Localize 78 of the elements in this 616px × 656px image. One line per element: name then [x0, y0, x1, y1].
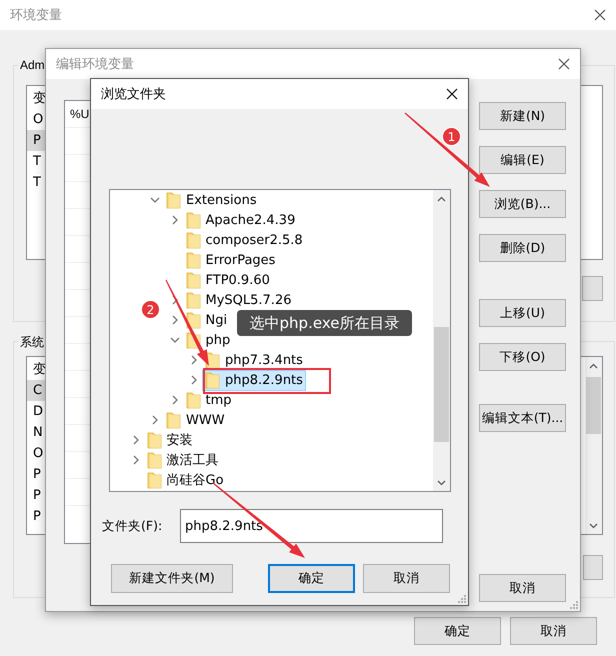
- scroll-up-icon[interactable]: [437, 196, 446, 202]
- folder-icon: [186, 272, 200, 288]
- folder-icon: [186, 292, 200, 308]
- dialog-button[interactable]: 新建(N): [479, 102, 566, 130]
- folder-item[interactable]: 激活工具: [144, 450, 220, 470]
- chevron-right-icon[interactable]: [130, 435, 140, 445]
- dialog-button[interactable]: 确定: [268, 564, 355, 593]
- variable-row[interactable]: P: [27, 485, 45, 506]
- folder-icon: [146, 472, 162, 488]
- chevron-right-icon[interactable]: [130, 455, 140, 465]
- close-icon[interactable]: [558, 58, 570, 70]
- close-icon[interactable]: [594, 9, 606, 21]
- window-title: 编辑环境变量: [56, 56, 134, 73]
- chevron-right-icon[interactable]: [170, 315, 180, 325]
- folder-item[interactable]: 安装: [144, 430, 194, 450]
- dialog-button[interactable]: 上移(U): [479, 299, 566, 327]
- dialog-button[interactable]: 确定: [414, 617, 501, 645]
- dialog-button[interactable]: 下移(O): [479, 343, 566, 371]
- folder-icon: [186, 232, 200, 248]
- dialog-button[interactable]: 取消: [510, 617, 597, 645]
- scroll-down-icon[interactable]: [437, 480, 446, 486]
- chevron-down-icon[interactable]: [170, 335, 180, 345]
- chevron-right-icon[interactable]: [189, 375, 199, 385]
- folder-icon: [146, 432, 162, 448]
- folder-icon: [166, 412, 181, 428]
- chevron-right-icon[interactable]: [170, 395, 180, 405]
- dialog-button[interactable]: 编辑(E): [479, 146, 566, 174]
- dialog-button[interactable]: 取消: [363, 564, 450, 593]
- variable-row[interactable]: O: [27, 109, 45, 130]
- variable-row[interactable]: O: [27, 443, 45, 464]
- chevron-down-icon[interactable]: [150, 195, 160, 205]
- folder-icon: [186, 252, 200, 268]
- chevron-right-icon[interactable]: [170, 215, 180, 225]
- folder-icon: [186, 392, 200, 408]
- scroll-down-icon[interactable]: [589, 522, 598, 528]
- variable-row[interactable]: P: [27, 130, 45, 151]
- folder-item[interactable]: WWW: [164, 410, 227, 430]
- chevron-right-icon[interactable]: [189, 355, 199, 365]
- window-title: 环境变量: [10, 7, 62, 24]
- folder-icon: [146, 452, 162, 468]
- variable-row[interactable]: T: [27, 172, 45, 193]
- folder-item[interactable]: FTP0.9.60: [184, 270, 272, 290]
- folder-icon: [186, 212, 200, 228]
- folder-icon: [166, 192, 181, 208]
- field-label: 文件夹(F):: [102, 518, 164, 534]
- folder-item[interactable]: php8.2.9nts: [203, 370, 305, 390]
- group-title: Adm: [18, 58, 47, 72]
- variable-row[interactable]: C: [27, 380, 45, 401]
- window-title: 浏览文件夹: [101, 86, 166, 103]
- chevron-right-icon[interactable]: [170, 295, 180, 305]
- dialog-button[interactable]: 新建文件夹(M): [111, 564, 233, 593]
- annotation-callout: 选中php.exe所在目录: [237, 310, 412, 336]
- folder-input[interactable]: php8.2.9nts: [180, 509, 443, 543]
- folder-item[interactable]: composer2.5.8: [184, 230, 305, 250]
- variable-row[interactable]: P: [27, 464, 45, 485]
- variable-row[interactable]: D: [27, 401, 45, 422]
- folder-item[interactable]: tmp: [184, 390, 234, 410]
- variable-row[interactable]: P: [27, 506, 45, 527]
- scroll-up-icon[interactable]: [589, 362, 598, 368]
- variable-row[interactable]: N: [27, 422, 45, 443]
- dialog-button[interactable]: 删除(D): [479, 234, 566, 262]
- scrollbar[interactable]: [433, 190, 450, 491]
- scrollbar[interactable]: [585, 357, 602, 534]
- resize-grip-icon[interactable]: [568, 599, 578, 609]
- resize-grip-icon[interactable]: [456, 593, 466, 603]
- dialog-button[interactable]: 编辑文本(T)...: [479, 404, 566, 432]
- folder-item[interactable]: ErrorPages: [184, 250, 278, 270]
- dialog-button[interactable]: [582, 276, 603, 301]
- folder-item[interactable]: MySQL5.7.26: [184, 290, 294, 310]
- dialog-button[interactable]: 浏览(B)...: [479, 190, 566, 218]
- folder-item[interactable]: Extensions: [164, 190, 259, 210]
- folder-item[interactable]: Apache2.4.39: [184, 210, 298, 230]
- folder-icon: [205, 372, 220, 388]
- folder-item[interactable]: 尚硅谷Go: [144, 470, 226, 490]
- dialog-button[interactable]: 取消: [479, 574, 566, 602]
- variable-row[interactable]: T: [27, 151, 45, 172]
- chevron-right-icon[interactable]: [150, 415, 160, 425]
- close-icon[interactable]: [446, 88, 458, 100]
